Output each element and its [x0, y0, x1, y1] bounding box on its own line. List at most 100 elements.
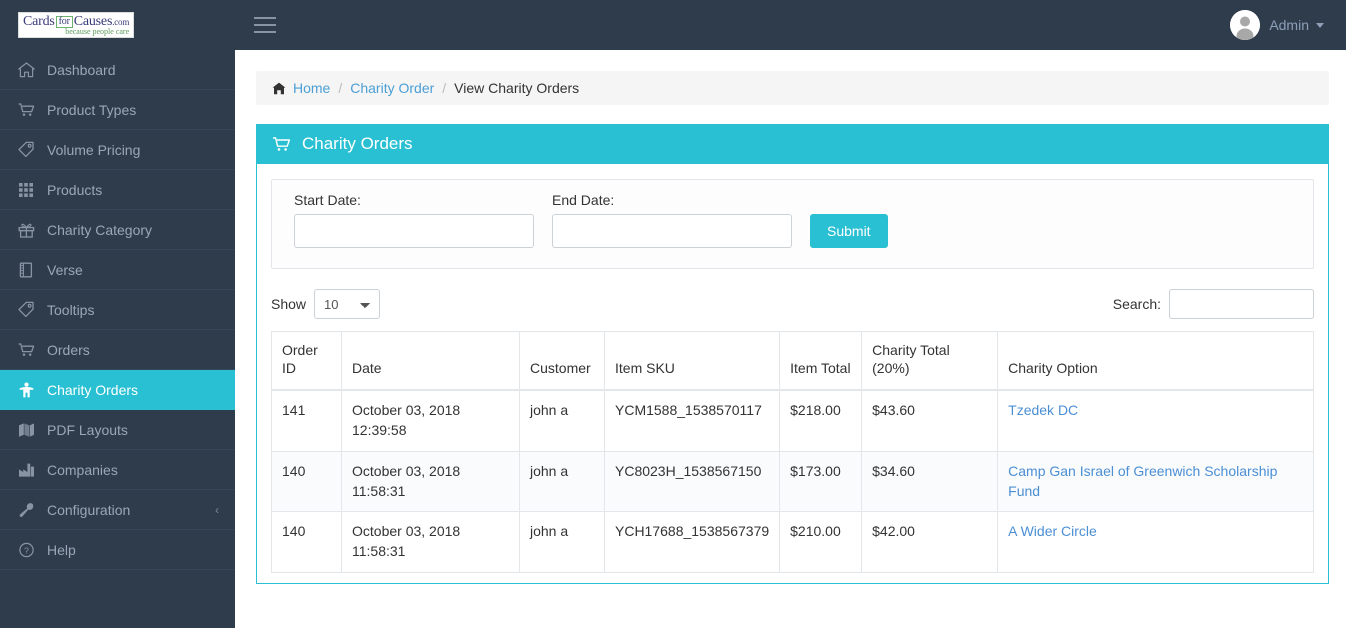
tag-icon [18, 141, 44, 158]
cell-item-total: $210.00 [780, 512, 862, 573]
cell-charity-total: $34.60 [862, 451, 998, 512]
sidebar-item-label: Help [47, 542, 76, 558]
panel-title: Charity Orders [302, 134, 413, 154]
sidebar-item-configuration[interactable]: Configuration ‹ [0, 490, 235, 530]
charity-person-icon [18, 382, 44, 398]
sidebar-item-companies[interactable]: Companies [0, 450, 235, 490]
sidebar-item-verse[interactable]: Verse [0, 250, 235, 290]
panel-body: Start Date: End Date: Submit Show 102550… [257, 164, 1328, 583]
charity-option-link[interactable]: Camp Gan Israel of Greenwich Scholarship… [1008, 463, 1277, 499]
logo-box: CardsforCauses.com because people care [18, 12, 134, 38]
cell-charity-option: A Wider Circle [998, 512, 1314, 573]
cell-charity-option: Tzedek DC [998, 390, 1314, 451]
cell-date: October 03, 2018 11:58:31 [342, 451, 520, 512]
table-row: 141October 03, 2018 12:39:58john aYCM158… [272, 390, 1314, 451]
table-header-row: Order IDDateCustomerItem SKUItem TotalCh… [272, 332, 1314, 391]
map-icon [18, 422, 44, 438]
cell-order-id: 141 [272, 390, 342, 451]
sidebar-item-label: Volume Pricing [47, 142, 140, 158]
sidebar-item-label: Companies [47, 462, 118, 478]
sidebar-nav: Dashboard Product Types Volume Pricing Prod… [0, 50, 235, 628]
hamburger-bar [254, 24, 276, 26]
sidebar-item-orders[interactable]: Orders [0, 330, 235, 370]
top-navbar: CardsforCauses.com because people care A… [0, 0, 1346, 50]
sidebar-item-label: PDF Layouts [47, 422, 128, 438]
table-row: 140October 03, 2018 11:58:31john aYCH176… [272, 512, 1314, 573]
show-entries-control: Show 102550100 [271, 289, 380, 319]
breadcrumb-home-link[interactable]: Home [293, 80, 330, 96]
wrench-icon [18, 502, 44, 518]
brand-logo[interactable]: CardsforCauses.com because people care [0, 0, 235, 50]
cell-customer: john a [520, 390, 605, 451]
charity-option-link[interactable]: A Wider Circle [1008, 523, 1097, 539]
sidebar-item-label: Charity Orders [47, 382, 138, 398]
sidebar-item-volume-pricing[interactable]: Volume Pricing [0, 130, 235, 170]
search-control: Search: [1113, 289, 1314, 319]
logo-for: for [56, 16, 73, 28]
logo-dotcom: .com [112, 17, 129, 27]
logo-cards: Cards [23, 14, 55, 29]
cart-icon [273, 137, 290, 152]
table-header-cell: Charity Option [998, 332, 1314, 391]
user-menu[interactable]: Admin [1230, 0, 1346, 50]
search-input[interactable] [1169, 289, 1314, 319]
start-date-label: Start Date: [294, 192, 534, 208]
table-header-cell: Date [342, 332, 520, 391]
tag-icon [18, 301, 44, 318]
sidebar-item-label: Product Types [47, 102, 136, 118]
chevron-down-icon [1316, 23, 1324, 28]
table-body: 141October 03, 2018 12:39:58john aYCM158… [272, 390, 1314, 572]
charity-orders-panel: Charity Orders Start Date: End Date: Sub… [256, 124, 1329, 584]
end-date-label: End Date: [552, 192, 792, 208]
grid-icon [18, 181, 44, 198]
sidebar-item-charity-orders[interactable]: Charity Orders [0, 370, 235, 410]
end-date-input[interactable] [552, 214, 792, 248]
sidebar-item-label: Verse [47, 262, 83, 278]
question-circle-icon: ? [18, 542, 44, 558]
user-name-label: Admin [1269, 17, 1309, 33]
cell-date: October 03, 2018 12:39:58 [342, 390, 520, 451]
book-icon [18, 262, 44, 278]
cell-item-total: $173.00 [780, 451, 862, 512]
cell-item-sku: YCH17688_1538567379 [605, 512, 780, 573]
submit-button[interactable]: Submit [810, 214, 888, 248]
sidebar-item-label: Configuration [47, 502, 130, 518]
cell-charity-option: Camp Gan Israel of Greenwich Scholarship… [998, 451, 1314, 512]
home-icon [18, 62, 44, 78]
avatar [1230, 10, 1260, 40]
breadcrumb-charity-order-link[interactable]: Charity Order [350, 80, 434, 96]
gift-icon [18, 222, 44, 238]
charity-orders-table: Order IDDateCustomerItem SKUItem TotalCh… [271, 331, 1314, 573]
start-date-input[interactable] [294, 214, 534, 248]
cell-item-sku: YC8023H_1538567150 [605, 451, 780, 512]
charity-option-link[interactable]: Tzedek DC [1008, 402, 1078, 418]
cell-customer: john a [520, 512, 605, 573]
breadcrumb-separator: / [338, 80, 342, 96]
table-head: Order IDDateCustomerItem SKUItem TotalCh… [272, 332, 1314, 391]
start-date-group: Start Date: [294, 192, 534, 248]
chevron-left-icon: ‹ [215, 504, 219, 516]
sidebar-item-help[interactable]: ?Help [0, 530, 235, 570]
sidebar-item-pdf-layouts[interactable]: PDF Layouts [0, 410, 235, 450]
hamburger-icon[interactable] [247, 9, 283, 41]
sidebar-item-label: Products [47, 182, 102, 198]
breadcrumb-current: View Charity Orders [454, 80, 579, 96]
breadcrumb-separator: / [442, 80, 446, 96]
cell-item-sku: YCM1588_1538570117 [605, 390, 780, 451]
table-header-cell: Charity Total (20%) [862, 332, 998, 391]
hamburger-bar [254, 17, 276, 19]
table-header-cell: Customer [520, 332, 605, 391]
sidebar-item-dashboard[interactable]: Dashboard [0, 50, 235, 90]
sidebar-item-tooltips[interactable]: Tooltips [0, 290, 235, 330]
table-header-cell: Item SKU [605, 332, 780, 391]
cell-charity-total: $43.60 [862, 390, 998, 451]
table-header-cell: Order ID [272, 332, 342, 391]
sidebar-item-products[interactable]: Products [0, 170, 235, 210]
sidebar-item-product-types[interactable]: Product Types [0, 90, 235, 130]
industry-icon [18, 462, 44, 478]
sidebar-item-charity-category[interactable]: Charity Category [0, 210, 235, 250]
cart-icon [18, 342, 44, 358]
panel-header: Charity Orders [256, 124, 1329, 164]
cell-order-id: 140 [272, 451, 342, 512]
show-entries-select[interactable]: 102550100 [314, 289, 380, 319]
